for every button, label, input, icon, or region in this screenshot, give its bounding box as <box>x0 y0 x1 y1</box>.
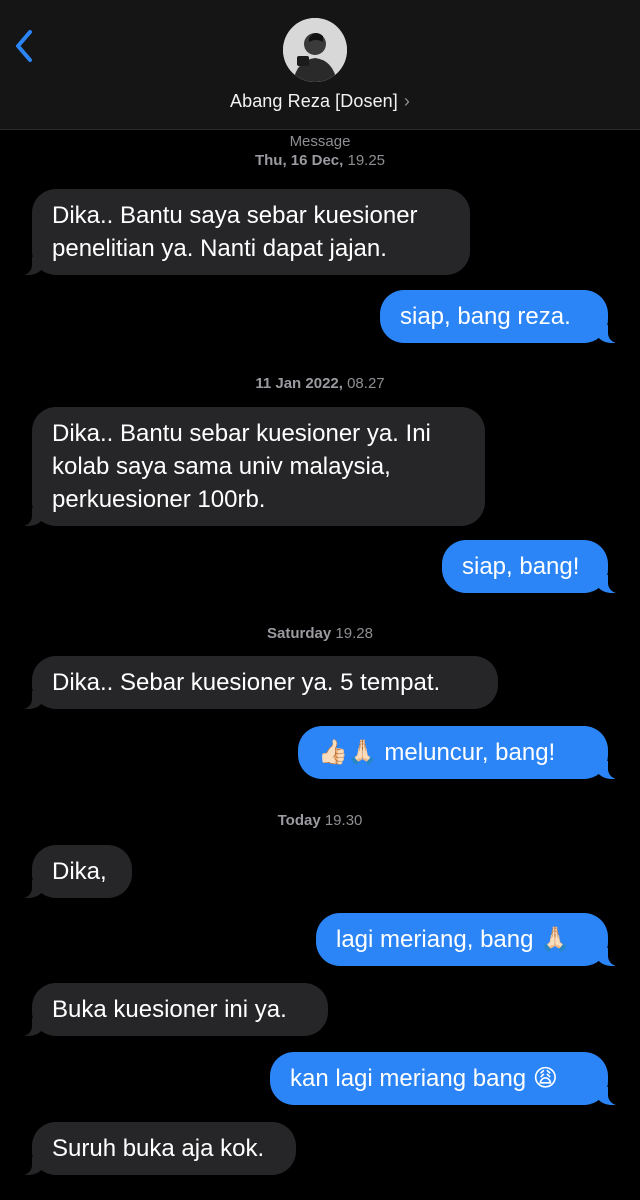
incoming-message[interactable]: Suruh buka aja kok. <box>18 1122 296 1175</box>
message-text: Suruh buka aja kok. <box>52 1135 265 1162</box>
message-text: kan lagi meriang bang <box>290 1065 533 1092</box>
outgoing-message[interactable]: 👍🏻🙏🏻 meluncur, bang! <box>298 726 622 779</box>
outgoing-message[interactable]: lagi meriang, bang 🙏🏻 <box>316 913 622 966</box>
incoming-message[interactable]: Dika.. Bantu saya sebar kuesioner peneli… <box>18 189 470 275</box>
message-text: meluncur, bang! <box>377 739 556 766</box>
timestamp: 11 Jan 2022, 08.27 <box>255 375 385 392</box>
message-text: Dika.. Bantu saya sebar kuesioner <box>52 202 418 229</box>
chevron-left-icon <box>16 30 32 62</box>
incoming-message[interactable]: Dika, <box>18 845 132 898</box>
timestamp-header: Message Thu, 16 Dec, 19.25 <box>0 133 640 169</box>
message-text: kolab saya sama univ malaysia, <box>52 453 391 480</box>
timestamp: Today 19.30 <box>277 812 363 829</box>
message-text: siap, bang! <box>462 553 580 580</box>
weary-face-emoji: 😩 <box>532 1064 558 1092</box>
message-text: Dika.. Bantu sebar kuesioner ya. Ini <box>52 420 431 447</box>
pray-emoji: 🙏🏻 <box>540 925 571 953</box>
outgoing-message[interactable]: kan lagi meriang bang 😩 <box>270 1052 622 1105</box>
contact-name-button[interactable]: Abang Reza [Dosen] › <box>0 91 640 112</box>
incoming-message[interactable]: Buka kuesioner ini ya. <box>18 983 328 1036</box>
timestamp: Saturday 19.28 <box>267 625 373 642</box>
message-text: lagi meriang, bang <box>336 926 541 953</box>
back-button[interactable] <box>8 24 48 68</box>
incoming-message[interactable]: Dika.. Bantu sebar kuesioner ya. Ini kol… <box>18 407 485 526</box>
person-photo-icon <box>283 18 347 82</box>
contact-avatar[interactable] <box>283 18 347 82</box>
service-label: Message <box>289 133 351 150</box>
thumbs-up-pray-emoji: 👍🏻🙏🏻 <box>318 738 378 766</box>
chevron-right-icon: › <box>403 91 410 111</box>
message-text: Dika.. Sebar kuesioner ya. 5 tempat. <box>52 669 441 696</box>
outgoing-message[interactable]: siap, bang reza. <box>380 290 622 343</box>
message-text: Dika, <box>52 858 107 885</box>
timestamp: Thu, 16 Dec, 19.25 <box>254 152 386 169</box>
outgoing-message[interactable]: siap, bang! <box>442 540 622 593</box>
contact-name: Abang Reza [Dosen] <box>229 91 398 111</box>
conversation-header: Abang Reza [Dosen] › <box>0 0 640 130</box>
message-text: Buka kuesioner ini ya. <box>52 996 287 1023</box>
message-text: perkuesioner 100rb. <box>52 486 266 513</box>
message-text: siap, bang reza. <box>400 303 571 330</box>
message-text: penelitian ya. Nanti dapat jajan. <box>52 235 387 262</box>
incoming-message[interactable]: Dika.. Sebar kuesioner ya. 5 tempat. <box>18 656 498 709</box>
